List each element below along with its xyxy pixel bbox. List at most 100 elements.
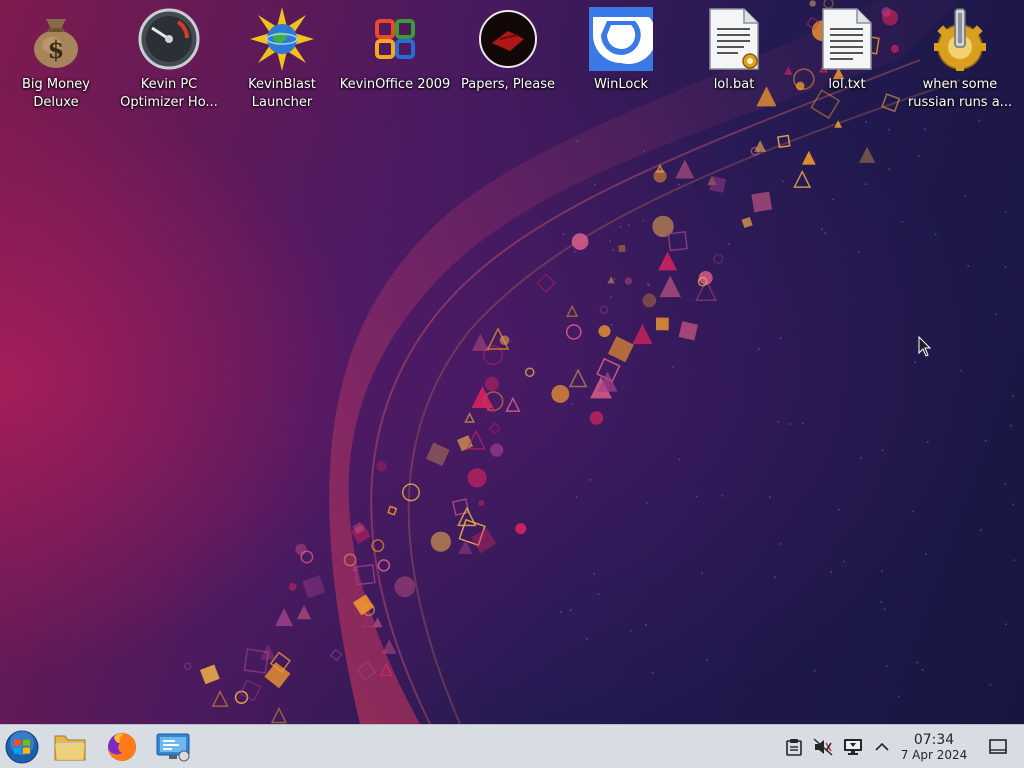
desktop-icon-label: lol.bat — [713, 77, 755, 92]
wallpaper-star — [859, 456, 862, 459]
wallpaper-particle — [667, 230, 688, 252]
wallpaper-star — [589, 478, 592, 481]
desktop-icon-lol-txt[interactable]: lol.txt — [791, 6, 903, 116]
batch-script-file-icon — [702, 6, 766, 72]
wallpaper-star — [864, 120, 867, 123]
wallpaper-star — [923, 128, 926, 131]
wallpaper-star — [695, 495, 698, 498]
wallpaper-particle — [566, 304, 579, 318]
wallpaper-particle — [678, 321, 698, 341]
desktop-icon-lol-bat[interactable]: lol.bat — [678, 6, 790, 116]
digital-clock[interactable]: 07:34 7 Apr 2024 — [896, 732, 972, 763]
wallpaper-particle — [524, 367, 535, 378]
wallpaper-star — [887, 128, 890, 131]
wallpaper-star — [779, 542, 782, 545]
wallpaper-star — [610, 296, 613, 299]
wallpaper-star — [1004, 623, 1007, 626]
text-file-icon — [815, 6, 879, 72]
desktop-icon-label: Big Money Deluxe — [21, 77, 90, 110]
taskbar-file-manager-button[interactable] — [52, 729, 88, 765]
wallpaper-star — [576, 139, 579, 142]
wallpaper-particle — [464, 411, 475, 423]
wallpaper-particle — [430, 531, 451, 552]
wallpaper-particle — [387, 505, 398, 516]
wallpaper-particle — [713, 253, 724, 264]
desktop-icon-when-some-russian[interactable]: when some russian runs a... — [904, 6, 1016, 116]
start-menu-button[interactable] — [4, 729, 40, 765]
wallpaper-particle — [859, 146, 876, 163]
wallpaper-star — [989, 683, 992, 686]
wallpaper-particle — [658, 251, 678, 271]
tray-clipboard-button[interactable] — [784, 737, 804, 757]
wallpaper-particle — [211, 689, 229, 707]
wallpaper-particle — [632, 323, 653, 345]
wallpaper-particle — [565, 324, 582, 340]
wallpaper-star — [727, 242, 730, 245]
wallpaper-star — [627, 224, 630, 227]
tray-expand-button[interactable] — [872, 737, 892, 757]
wallpaper-star — [562, 233, 565, 236]
desktop-icon-kevinoffice-2009[interactable]: KevinOffice 2009 — [339, 6, 451, 116]
wallpaper-particle — [302, 575, 326, 599]
wallpaper-star — [1004, 211, 1007, 214]
clipboard-icon — [786, 739, 802, 756]
globe-starburst-icon — [250, 6, 314, 72]
wallpaper-particle — [199, 664, 220, 685]
desktop-icon-winlock[interactable]: WinLock — [565, 6, 677, 116]
wallpaper-star — [643, 149, 646, 152]
firefox-icon — [108, 733, 136, 761]
wallpaper-star — [1012, 503, 1015, 506]
wallpaper-star — [880, 600, 883, 603]
wallpaper-particle — [376, 461, 387, 472]
wallpaper-star — [864, 183, 867, 186]
wallpaper-star — [881, 449, 884, 452]
wallpaper-particle — [589, 411, 604, 425]
taskbar-system-settings-button[interactable] — [155, 729, 191, 765]
wallpaper-star — [575, 495, 578, 498]
wallpaper-star — [824, 231, 827, 234]
wallpaper-particle — [275, 608, 294, 627]
wallpaper-particle — [426, 442, 450, 467]
show-desktop-icon — [989, 739, 1007, 754]
desktop-icon-papers-please[interactable]: Papers, Please — [452, 6, 564, 116]
wallpaper-particle — [675, 159, 695, 179]
wallpaper-star — [820, 228, 823, 231]
wallpaper-particle — [709, 176, 727, 193]
wallpaper-star — [678, 183, 681, 186]
wallpaper-star — [979, 528, 982, 531]
desktop-icon-big-money-deluxe[interactable]: $ Big Money Deluxe — [0, 6, 112, 116]
wallpaper-star — [842, 560, 845, 563]
wallpaper-star — [701, 571, 704, 574]
show-desktop-button[interactable] — [988, 737, 1008, 757]
wallpaper-particle — [488, 422, 502, 435]
wallpaper-star — [721, 494, 724, 497]
wallpaper-star — [813, 669, 816, 672]
desktop-icon-kevinblast-launcher[interactable]: KevinBlast Launcher — [226, 6, 338, 116]
wallpaper-star — [569, 609, 572, 612]
wallpaper-star — [619, 225, 622, 228]
wallpaper-particle — [754, 140, 766, 152]
desktop-icon-kevin-pc-optimizer[interactable]: Kevin PC Optimizer Ho... — [113, 6, 225, 116]
tray-volume-button[interactable] — [813, 737, 833, 757]
wallpaper-star — [646, 501, 649, 504]
wallpaper-star — [978, 119, 981, 122]
wallpaper-particle — [295, 543, 307, 555]
taskbar-firefox-button[interactable] — [104, 729, 140, 765]
wallpaper-star — [925, 553, 928, 556]
wallpaper-particle — [515, 523, 527, 535]
wallpaper-star — [921, 668, 924, 671]
papers-please-emblem-icon — [476, 6, 540, 72]
wallpaper-star — [883, 608, 886, 611]
wallpaper-star — [901, 220, 904, 223]
tray-display-button[interactable] — [843, 737, 863, 757]
wallpaper-star — [831, 198, 834, 201]
desktop-icon-label: lol.txt — [828, 77, 866, 92]
wallpaper-particle — [239, 679, 262, 702]
wallpaper-star — [611, 248, 614, 251]
wallpaper-particle — [624, 277, 633, 285]
speedometer-gauge-icon — [137, 6, 201, 72]
start-menu-orb-icon — [5, 730, 39, 764]
wallpaper-particle — [329, 648, 343, 662]
wallpaper-star — [984, 439, 987, 442]
wallpaper-particle — [183, 662, 192, 671]
